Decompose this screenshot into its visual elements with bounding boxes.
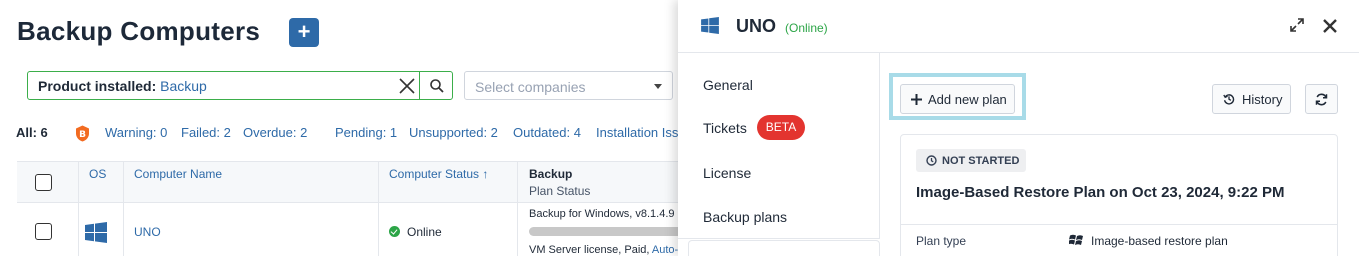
- plan-title[interactable]: Image-Based Restore Plan on Oct 23, 2024…: [916, 184, 1284, 201]
- plus-icon: [911, 93, 922, 105]
- nav-active-indicator: [688, 240, 880, 256]
- computer-name-link[interactable]: UNO: [134, 225, 161, 239]
- select-all-checkbox[interactable]: [35, 174, 52, 191]
- column-divider: [517, 162, 518, 256]
- clock-icon: [926, 155, 937, 166]
- filter-installation-issues[interactable]: Installation Iss: [596, 125, 678, 140]
- column-divider: [378, 162, 379, 256]
- license-text: VM Server license, Paid,: [529, 244, 650, 256]
- header-computer-status[interactable]: Computer Status ↑: [389, 167, 488, 181]
- expand-icon[interactable]: [1290, 18, 1304, 37]
- nav-license[interactable]: License: [703, 165, 751, 181]
- row-checkbox[interactable]: [35, 223, 52, 240]
- panel-status: (Online): [785, 21, 828, 35]
- plan-progress-bar: [529, 227, 689, 236]
- filter-overdue[interactable]: Overdue: 2: [243, 125, 307, 140]
- filter-all[interactable]: All: 6: [16, 125, 48, 140]
- plan-type-value: Image-based restore plan: [1091, 234, 1228, 248]
- column-divider: [123, 162, 124, 256]
- add-new-plan-button[interactable]: Add new plan: [900, 84, 1015, 114]
- refresh-button[interactable]: [1305, 84, 1338, 114]
- computer-detail-panel: UNO (Online) General Tickets License Bac…: [678, 0, 1359, 256]
- search-filter-value: Backup: [160, 78, 207, 94]
- header-computer-name[interactable]: Computer Name: [134, 167, 222, 181]
- filter-outdated[interactable]: Outdated: 4: [513, 125, 581, 140]
- computers-table: OS Computer Name Computer Status ↑ Backu…: [17, 161, 697, 256]
- search-icon[interactable]: [419, 71, 454, 100]
- filter-unsupported[interactable]: Unsupported: 2: [409, 125, 498, 140]
- license-info: VM Server license, Paid, Auto-: [529, 244, 678, 256]
- search-filter-label: Product installed:: [38, 78, 157, 94]
- divider: [901, 224, 1337, 225]
- windows-icon: [701, 17, 719, 39]
- filter-warning[interactable]: Warning: 0: [105, 125, 167, 140]
- search-filter-text: Product installed: Backup: [38, 78, 207, 94]
- svg-text:B: B: [79, 130, 86, 140]
- company-select[interactable]: Select companies: [464, 71, 673, 100]
- add-new-plan-label: Add new plan: [928, 91, 1007, 107]
- plan-status-text: NOT STARTED: [942, 154, 1020, 167]
- backup-product: Backup for Windows, v8.1.4.9: [529, 208, 675, 220]
- beta-badge: BETA: [757, 115, 805, 140]
- nav-backup-plans[interactable]: Backup plans: [703, 209, 787, 225]
- filter-failed[interactable]: Failed: 2: [181, 125, 231, 140]
- plan-status-badge: NOT STARTED: [916, 149, 1026, 172]
- online-check-icon: [389, 226, 400, 237]
- header-plan-status: Plan Status: [529, 184, 591, 198]
- shield-icon: B: [75, 125, 90, 142]
- windows-icon: [85, 222, 107, 246]
- company-select-placeholder: Select companies: [475, 79, 586, 95]
- table-header: OS Computer Name Computer Status ↑ Backu…: [17, 162, 697, 203]
- close-icon[interactable]: [1322, 18, 1338, 39]
- column-divider: [78, 162, 79, 256]
- chevron-down-icon: [654, 84, 662, 89]
- windows-restore-icon: [1068, 233, 1084, 252]
- plan-type-label: Plan type: [916, 234, 967, 248]
- panel-nav: General Tickets License Backup plans: [678, 53, 880, 239]
- header-backup-label: Backup: [529, 167, 573, 181]
- header-backup[interactable]: Backup Plan Status: [529, 167, 590, 198]
- computer-status-text: Online: [407, 225, 442, 239]
- plan-card: NOT STARTED Image-Based Restore Plan on …: [900, 134, 1338, 256]
- history-button[interactable]: History: [1212, 84, 1291, 114]
- history-icon: [1223, 93, 1235, 105]
- computer-status: Online: [389, 225, 442, 239]
- add-computer-button[interactable]: +: [289, 18, 319, 47]
- page-title: Backup Computers: [17, 16, 261, 46]
- nav-tickets[interactable]: Tickets: [703, 120, 747, 136]
- header-os[interactable]: OS: [89, 167, 106, 181]
- search-input[interactable]: Product installed: Backup: [27, 71, 453, 100]
- clear-icon[interactable]: [396, 75, 418, 97]
- app: Backup Computers + Product installed: Ba…: [0, 0, 1359, 256]
- panel-header: UNO (Online): [678, 0, 1359, 53]
- panel-title: UNO: [736, 16, 776, 36]
- filter-pending[interactable]: Pending: 1: [335, 125, 397, 140]
- nav-general[interactable]: General: [703, 77, 753, 93]
- refresh-icon: [1315, 93, 1328, 106]
- license-auto-link[interactable]: Auto-: [652, 244, 678, 256]
- history-label: History: [1242, 91, 1283, 107]
